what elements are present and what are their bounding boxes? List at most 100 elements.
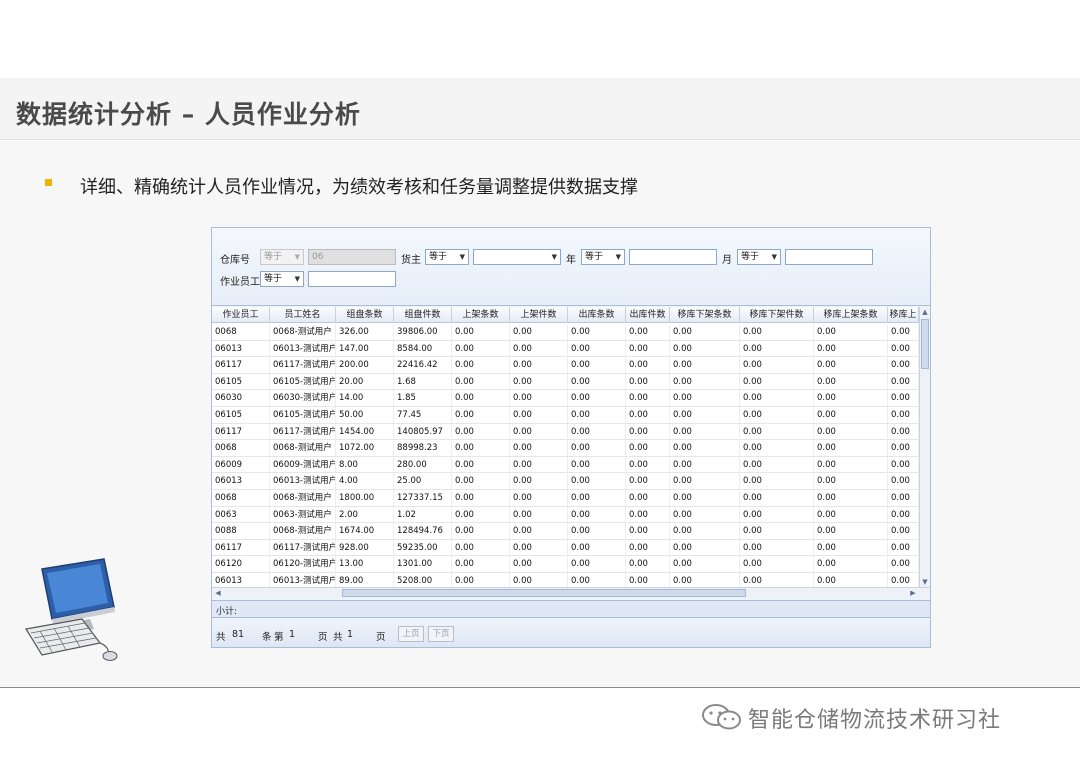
worker-input[interactable] bbox=[308, 271, 396, 287]
pages-prefix: 共 bbox=[333, 632, 343, 643]
vertical-scroll-thumb[interactable] bbox=[921, 319, 929, 369]
owner-operator-select[interactable]: 等于 ▼ bbox=[425, 249, 469, 265]
warehouse-operator-select[interactable]: 等于 ▼ bbox=[260, 249, 304, 265]
table-cell: 25.00 bbox=[394, 473, 452, 490]
chevron-down-icon: ▼ bbox=[294, 275, 300, 283]
table-row[interactable]: 06117 06117-测试用户 928.00 59235.00 0.00 0.00 0.0… bbox=[212, 539, 919, 557]
table-row[interactable]: 06105 06105-测试用户 20.00 1.68 0.00 0.00 0.00 0.00… bbox=[212, 373, 919, 391]
table-cell: 22416.42 bbox=[394, 357, 452, 374]
table-cell: 0.00 bbox=[626, 573, 670, 587]
chevron-down-icon: ▼ bbox=[771, 253, 777, 261]
table-cell: 0.00 bbox=[740, 440, 814, 457]
column-header[interactable]: 移库上 bbox=[888, 307, 919, 323]
table-row[interactable]: 06013 06013-测试用户 147.00 8584.00 0.00 0.00 0.00… bbox=[212, 340, 919, 358]
table-row[interactable]: 06117 06117-测试用户 1454.00 140805.97 0.00 0.00 0… bbox=[212, 423, 919, 441]
column-header[interactable]: 出库条数 bbox=[568, 307, 626, 323]
table-cell: 280.00 bbox=[394, 456, 452, 473]
table-cell: 06117 bbox=[212, 539, 270, 556]
table-cell: 0.00 bbox=[888, 340, 919, 357]
table-cell: 0.00 bbox=[510, 523, 568, 540]
month-input[interactable] bbox=[785, 249, 873, 265]
table-cell: 0.00 bbox=[740, 556, 814, 573]
table-cell: 0.00 bbox=[814, 556, 888, 573]
table-row[interactable]: 06117 06117-测试用户 200.00 22416.42 0.00 0.00 0.0… bbox=[212, 357, 919, 374]
table-cell: 0.00 bbox=[888, 523, 919, 540]
table-row[interactable]: 06013 06013-测试用户 4.00 25.00 0.00 0.00 0.00 0.00… bbox=[212, 473, 919, 490]
owner-select[interactable]: ▼ bbox=[473, 249, 561, 265]
table-cell: 0.00 bbox=[510, 324, 568, 340]
table-cell: 0068-测试用户 bbox=[270, 440, 336, 457]
table-cell: 0.00 bbox=[888, 407, 919, 423]
table-cell: 0.00 bbox=[740, 539, 814, 556]
table-cell: 0.00 bbox=[510, 390, 568, 407]
table-cell: 0.00 bbox=[452, 556, 510, 573]
table-cell: 0.00 bbox=[510, 490, 568, 506]
column-header[interactable]: 上架条数 bbox=[452, 307, 510, 323]
table-cell: 0.00 bbox=[626, 556, 670, 573]
scroll-left-icon[interactable]: ◀ bbox=[213, 588, 223, 597]
table-cell: 128494.76 bbox=[394, 523, 452, 540]
vertical-scrollbar[interactable]: ▲ ▼ bbox=[919, 307, 930, 587]
worker-operator-select[interactable]: 等于 ▼ bbox=[260, 271, 304, 287]
table-row[interactable]: 0068 0068-测试用户 1072.00 88998.23 0.00 0.00 0.00… bbox=[212, 440, 919, 457]
horizontal-scrollbar[interactable]: ◀ ▶ bbox=[212, 587, 930, 597]
table-cell: 0.00 bbox=[670, 523, 740, 540]
column-header[interactable]: 组盘件数 bbox=[394, 307, 452, 323]
table-cell: 0.00 bbox=[626, 390, 670, 407]
column-header[interactable]: 移库下架件数 bbox=[740, 307, 814, 323]
table-cell: 0.00 bbox=[740, 506, 814, 523]
table-row[interactable]: 06030 06030-测试用户 14.00 1.85 0.00 0.00 0.00 0.00… bbox=[212, 390, 919, 407]
table-cell: 0.00 bbox=[510, 556, 568, 573]
table-cell: 0.00 bbox=[568, 556, 626, 573]
table-cell: 0.00 bbox=[568, 373, 626, 390]
pages-count: 1 bbox=[347, 629, 354, 640]
column-header[interactable]: 移库上架条数 bbox=[814, 307, 888, 323]
horizontal-scroll-thumb[interactable] bbox=[342, 589, 746, 597]
table-cell: 0.00 bbox=[452, 390, 510, 407]
table-row[interactable]: 0068 0068-测试用户 1800.00 127337.15 0.00 0.00 0.0… bbox=[212, 490, 919, 507]
table-cell: 0.00 bbox=[670, 506, 740, 523]
column-header[interactable]: 组盘条数 bbox=[336, 307, 394, 323]
next-page-button[interactable]: 下页 bbox=[428, 626, 454, 642]
table-cell: 06117 bbox=[212, 357, 270, 374]
year-input[interactable] bbox=[629, 249, 717, 265]
table-cell: 14.00 bbox=[336, 390, 394, 407]
pages-word: 页 bbox=[376, 632, 386, 643]
warehouse-label: 仓库号 bbox=[220, 255, 250, 266]
table-cell: 06009 bbox=[212, 456, 270, 473]
table-cell: 147.00 bbox=[336, 340, 394, 357]
warehouse-input[interactable]: 06 bbox=[308, 249, 396, 265]
table-cell: 0.00 bbox=[626, 340, 670, 357]
table-cell: 0.00 bbox=[740, 357, 814, 374]
column-header[interactable]: 移库下架条数 bbox=[670, 307, 740, 323]
table-cell: 0.00 bbox=[626, 407, 670, 423]
column-header[interactable]: 作业员工 bbox=[212, 307, 270, 323]
table-row[interactable]: 06105 06105-测试用户 50.00 77.45 0.00 0.00 0.00 0.0… bbox=[212, 407, 919, 424]
table-row[interactable]: 0068 0068-测试用户 326.00 39806.00 0.00 0.00 0.00 0… bbox=[212, 324, 919, 341]
table-row[interactable]: 06120 06120-测试用户 13.00 1301.00 0.00 0.00 0.00 0… bbox=[212, 556, 919, 573]
table-cell: 0.00 bbox=[452, 539, 510, 556]
scroll-right-icon[interactable]: ▶ bbox=[908, 588, 918, 597]
table-cell: 0.00 bbox=[568, 440, 626, 457]
table-cell: 77.45 bbox=[394, 407, 452, 423]
month-operator-select[interactable]: 等于 ▼ bbox=[737, 249, 781, 265]
table-cell: 06105 bbox=[212, 407, 270, 423]
table-cell: 0.00 bbox=[452, 357, 510, 374]
pager: 共 81 条 第 1 页 共 1 页 上页 下页 bbox=[212, 622, 930, 647]
scroll-up-icon[interactable]: ▲ bbox=[920, 307, 930, 317]
table-row[interactable]: 0063 0063-测试用户 2.00 1.02 0.00 0.00 0.00 0.00 0.0… bbox=[212, 506, 919, 524]
table-cell: 06013 bbox=[212, 340, 270, 357]
year-operator-select[interactable]: 等于 ▼ bbox=[581, 249, 625, 265]
column-header[interactable]: 员工姓名 bbox=[270, 307, 336, 323]
column-header[interactable]: 出库件数 bbox=[626, 307, 670, 323]
prev-page-button[interactable]: 上页 bbox=[398, 626, 424, 642]
table-cell: 0.00 bbox=[510, 473, 568, 490]
table-cell: 06013-测试用户 bbox=[270, 573, 336, 587]
table-row[interactable]: 06009 06009-测试用户 8.00 280.00 0.00 0.00 0.00 0.0… bbox=[212, 456, 919, 474]
scroll-down-icon[interactable]: ▼ bbox=[920, 577, 930, 587]
table-row[interactable]: 0088 0068-测试用户 1674.00 128494.76 0.00 0.00 0.0… bbox=[212, 523, 919, 540]
table-cell: 0.00 bbox=[568, 573, 626, 587]
table-cell: 06105-测试用户 bbox=[270, 407, 336, 423]
table-row[interactable]: 06013 06013-测试用户 89.00 5208.00 0.00 0.00 0.00 0… bbox=[212, 573, 919, 587]
column-header[interactable]: 上架件数 bbox=[510, 307, 568, 323]
